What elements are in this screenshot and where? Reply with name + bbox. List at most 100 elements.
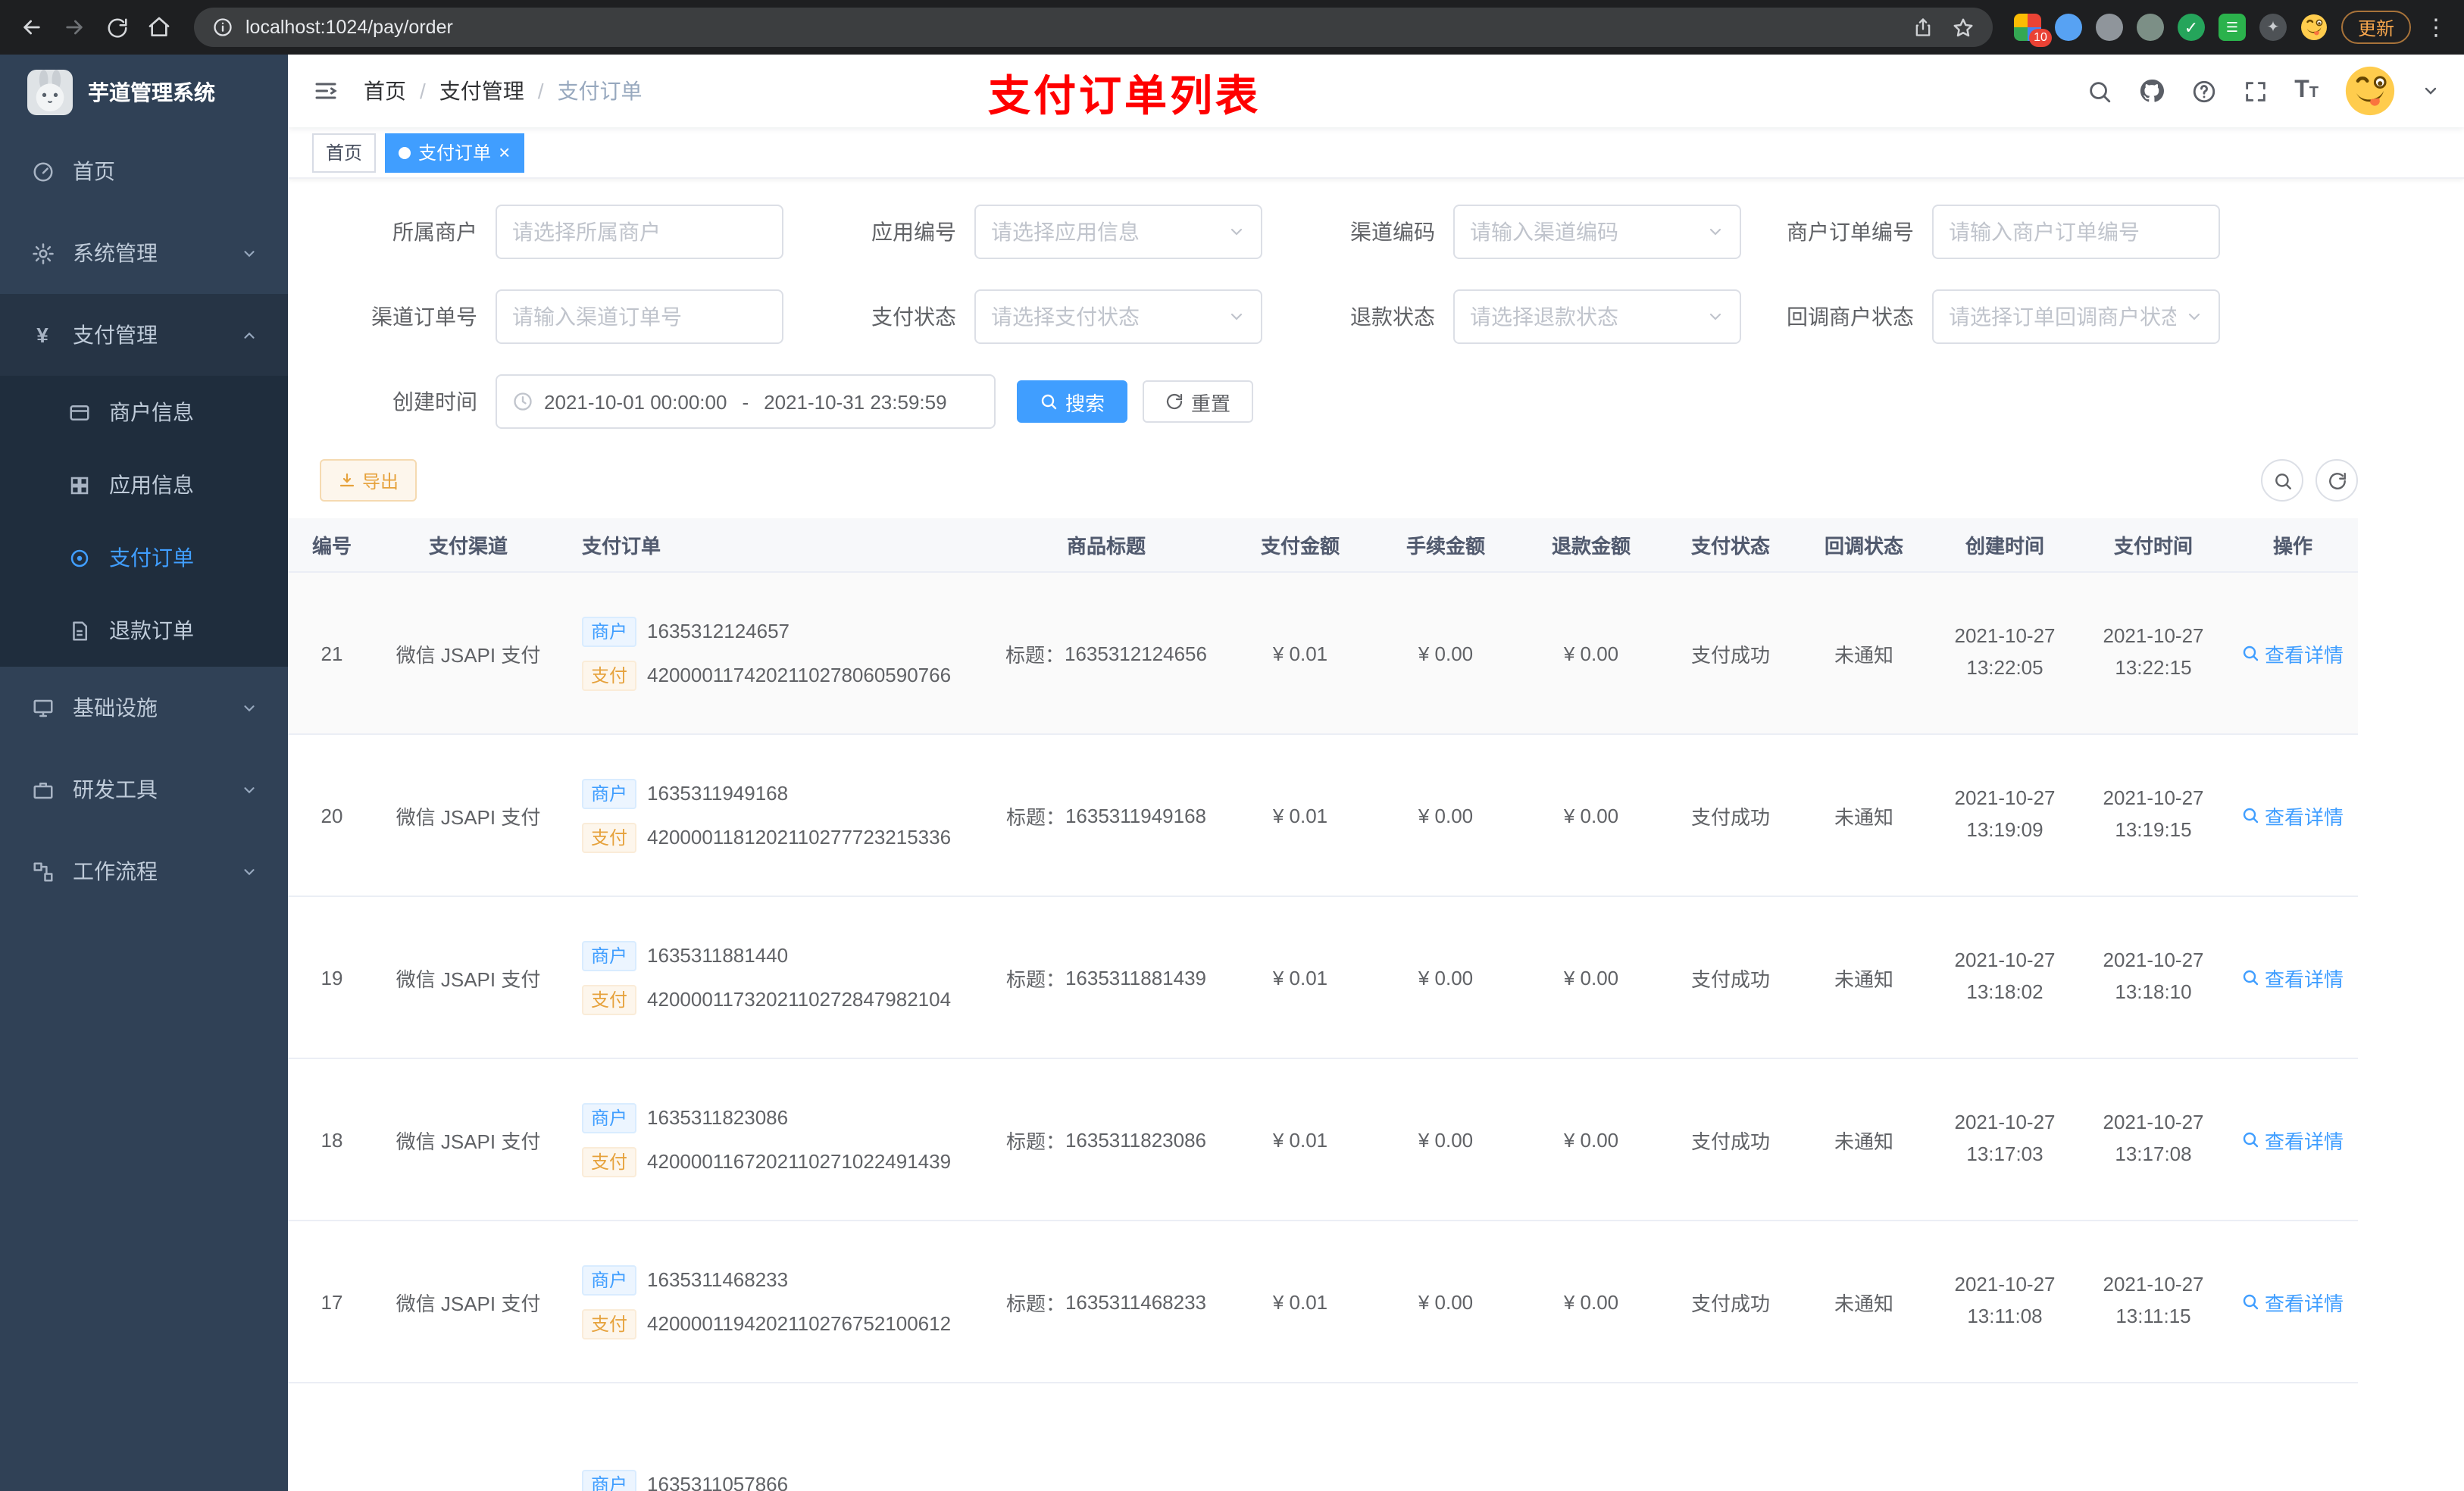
- app-select[interactable]: 请选择应用信息: [974, 205, 1262, 259]
- breadcrumb-home[interactable]: 首页: [364, 76, 406, 106]
- view-detail-link[interactable]: 查看详情: [2242, 963, 2344, 992]
- table-row[interactable]: 18 微信 JSAPI 支付 商户 1635311823086 支付 42000…: [288, 1059, 2358, 1221]
- paid-time: 13:17:08: [2115, 1142, 2192, 1165]
- browser-back-icon[interactable]: [12, 8, 52, 47]
- tag-pay-order[interactable]: 支付订单 ×: [385, 133, 524, 172]
- browser-home-icon[interactable]: [139, 8, 179, 47]
- view-detail-link[interactable]: 查看详情: [2242, 639, 2344, 667]
- export-button[interactable]: 导出: [320, 459, 417, 502]
- navbar-actions: TT: [2087, 65, 2440, 117]
- search-icon[interactable]: [2087, 78, 2112, 104]
- browser-chrome: localhost:1024/pay/order 10 ✓ ☰ ✦ 更新 ⋮: [0, 0, 2464, 55]
- extension-globe-icon[interactable]: [2095, 14, 2123, 41]
- create-time-range-picker[interactable]: 2021-10-01 00:00:00 - 2021-10-31 23:59:5…: [496, 374, 996, 429]
- view-detail-link[interactable]: 查看详情: [2242, 1125, 2344, 1154]
- flow-icon: [30, 860, 55, 883]
- sidebar-item-system[interactable]: 系统管理: [0, 212, 288, 294]
- toggle-search-button[interactable]: [2261, 459, 2303, 502]
- browser-forward-icon[interactable]: [55, 8, 94, 47]
- user-avatar[interactable]: [2344, 65, 2396, 117]
- notify-status-select[interactable]: 请选择订单回调商户状态: [1932, 289, 2220, 344]
- table-toolbar: 导出: [288, 459, 2358, 502]
- extension-emoji-icon[interactable]: [2300, 14, 2328, 41]
- col-header-title: 商品标题: [1066, 535, 1146, 558]
- refresh-table-button[interactable]: [2315, 459, 2358, 502]
- pay-tag: 支付: [582, 660, 637, 690]
- cell-amount: ¥ 0.01: [1272, 804, 1328, 827]
- channel-code-select[interactable]: 请输入渠道编码: [1453, 205, 1741, 259]
- cell-order: 商户 1635311949168 支付 42000011812021102777…: [561, 735, 985, 896]
- cell-actions: 查看详情: [2228, 1221, 2358, 1382]
- reset-button-label: 重置: [1191, 392, 1231, 414]
- title-value: 1635311881439: [1065, 966, 1207, 989]
- created-time: 13:22:05: [1966, 656, 2043, 679]
- help-icon[interactable]: [2191, 78, 2217, 104]
- extension-chat-icon[interactable]: ☰: [2218, 14, 2246, 41]
- chevron-up-icon: [241, 327, 258, 343]
- table-row[interactable]: 21 微信 JSAPI 支付 商户 1635312124657 支付 42000…: [288, 573, 2358, 735]
- sidebar-item-refund-order[interactable]: 退款订单: [0, 594, 288, 667]
- cell-created-time: 2021-10-27 13:17:03: [1931, 1059, 2079, 1220]
- sidebar-item-merchant-info[interactable]: 商户信息: [0, 376, 288, 449]
- sidebar-item-infra[interactable]: 基础设施: [0, 667, 288, 749]
- address-bar[interactable]: localhost:1024/pay/order: [194, 8, 1993, 47]
- channel-order-no-field[interactable]: [496, 289, 783, 344]
- pay-order-no: 4200001194202110276752100612: [647, 1312, 952, 1335]
- sidebar-item-label: 首页: [73, 159, 115, 183]
- extension-drop-icon[interactable]: [2054, 14, 2082, 41]
- sidebar-item-label: 工作流程: [73, 859, 158, 883]
- merchant-tag: 商户: [582, 1469, 637, 1491]
- cell-status: 支付成功: [1690, 1292, 1770, 1314]
- merchant-order-no-field[interactable]: [1932, 205, 2220, 259]
- extension-circle-icon[interactable]: [2136, 14, 2164, 41]
- tag-close-icon[interactable]: ×: [499, 142, 510, 162]
- table-row-partial[interactable]: 商户 1635311057866: [288, 1383, 2358, 1491]
- github-icon[interactable]: [2138, 77, 2165, 105]
- browser-update-button[interactable]: 更新: [2340, 11, 2411, 44]
- breadcrumb-section[interactable]: 支付管理: [439, 76, 524, 106]
- extension-check-icon[interactable]: ✓: [2177, 14, 2205, 41]
- extension-colorful-icon[interactable]: 10: [2013, 14, 2052, 47]
- cell-order: 商户 1635311881440 支付 42000011732021102728…: [561, 897, 985, 1058]
- view-detail-link[interactable]: 查看详情: [2242, 801, 2344, 830]
- browser-refresh-icon[interactable]: [97, 8, 136, 47]
- sidebar-item-pay[interactable]: ¥ 支付管理: [0, 294, 288, 376]
- sidebar-item-app-info[interactable]: 应用信息: [0, 449, 288, 521]
- filter-label: 商户订单编号: [1787, 220, 1914, 244]
- merchant-tag: 商户: [582, 616, 637, 646]
- view-detail-link[interactable]: 查看详情: [2242, 1287, 2344, 1316]
- sidebar-item-home[interactable]: 首页: [0, 130, 288, 212]
- reset-button[interactable]: 重置: [1143, 380, 1254, 423]
- merchant-order-no-input[interactable]: [1949, 220, 2203, 244]
- cell-channel: [376, 1383, 561, 1491]
- channel-order-no-input[interactable]: [512, 305, 767, 329]
- cell-order: 商户 1635312124657 支付 42000011742021102780…: [561, 573, 985, 733]
- table-row[interactable]: 17 微信 JSAPI 支付 商户 1635311468233 支付 42000…: [288, 1221, 2358, 1383]
- table-row[interactable]: 19 微信 JSAPI 支付 商户 1635311881440 支付 42000…: [288, 897, 2358, 1059]
- merchant-tag: 商户: [582, 1102, 637, 1133]
- sidebar-item-devtools[interactable]: 研发工具: [0, 749, 288, 830]
- share-icon[interactable]: [1912, 17, 1934, 38]
- clock-icon: [512, 391, 533, 412]
- pay-status-select[interactable]: 请选择支付状态: [974, 289, 1262, 344]
- bookmark-star-icon[interactable]: [1952, 16, 1975, 39]
- tag-home[interactable]: 首页: [312, 133, 377, 172]
- fullscreen-icon[interactable]: [2243, 78, 2269, 104]
- browser-menu-icon[interactable]: ⋮: [2425, 14, 2447, 41]
- extension-puzzle-icon[interactable]: ✦: [2259, 14, 2287, 41]
- filter-label: 退款状态: [1350, 305, 1435, 329]
- avatar-dropdown-caret-icon[interactable]: [2422, 82, 2440, 100]
- sidebar-item-workflow[interactable]: 工作流程: [0, 830, 288, 912]
- site-info-icon[interactable]: [212, 17, 233, 38]
- font-size-icon[interactable]: TT: [2294, 77, 2319, 105]
- chevron-down-icon: [241, 699, 258, 716]
- merchant-select[interactable]: [496, 205, 783, 259]
- search-button[interactable]: 搜索: [1017, 380, 1128, 423]
- sidebar-item-label: 支付管理: [73, 323, 158, 347]
- sidebar-item-pay-order[interactable]: 支付订单: [0, 521, 288, 594]
- sidebar-toggle-icon[interactable]: [312, 77, 339, 105]
- merchant-input[interactable]: [512, 220, 767, 244]
- table-row[interactable]: 20 微信 JSAPI 支付 商户 1635311949168 支付 42000…: [288, 735, 2358, 897]
- refund-status-select[interactable]: 请选择退款状态: [1453, 289, 1741, 344]
- logo[interactable]: 芋道管理系统: [0, 55, 288, 130]
